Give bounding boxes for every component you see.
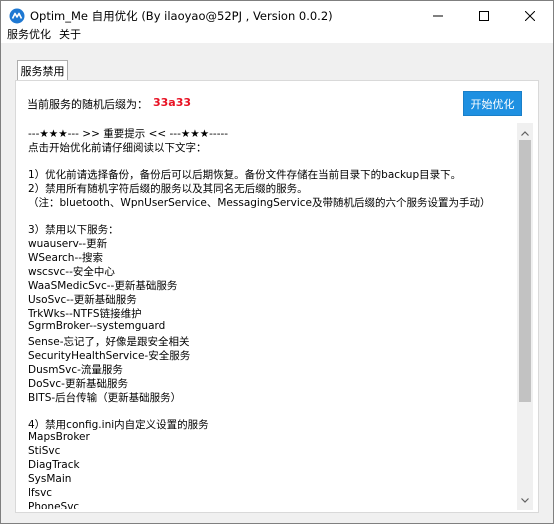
tab-panel: 当前服务的随机后缀为： 33a33 开始优化 ---★★★--- >> 重要提示…: [15, 80, 539, 513]
scroll-thumb[interactable]: [519, 140, 531, 402]
notice-line: （注：bluetooth、WpnUserService、MessagingSer…: [28, 197, 491, 209]
notice-line: 3）禁用以下服务：: [28, 224, 119, 236]
tab-service-disable[interactable]: 服务禁用: [17, 60, 68, 81]
suffix-value: 33a33: [153, 96, 192, 109]
scroll-up-button[interactable]: [517, 125, 533, 141]
notice-line: ---★★★--- >> 重要提示 << ---★★★-----: [28, 128, 229, 140]
suffix-label: 当前服务的随机后缀为：: [27, 98, 148, 111]
close-icon: [525, 11, 535, 21]
menu-bar: 服务优化 关于: [1, 25, 553, 43]
notice-line: 点击开始优化前请仔细阅读以下文字：: [28, 142, 207, 154]
menu-item-about[interactable]: 关于: [57, 26, 83, 42]
notice-line: 2）禁用所有随机字符后缀的服务以及其同名无后缀的服务。: [28, 183, 308, 195]
notice-line: DoSvc-更新基础服务: [28, 378, 128, 390]
notice-line: MapsBroker: [28, 431, 90, 443]
maximize-icon: [479, 11, 489, 21]
notice-line: DusmSvc-流量服务: [28, 364, 123, 376]
vertical-scrollbar[interactable]: [517, 123, 533, 510]
notice-line: PhoneSvc: [28, 501, 80, 509]
notice-line: DiagTrack: [28, 459, 80, 471]
window-title: Optim_Me 自用优化 (By ilaoyao@52PJ , Version…: [30, 9, 333, 23]
chevron-down-icon: [521, 497, 529, 503]
app-window: Optim_Me 自用优化 (By ilaoyao@52PJ , Version…: [0, 0, 554, 524]
notice-line: TrkWks--NTFS链接维护: [28, 308, 142, 320]
notice-line: WSearch--搜索: [28, 252, 104, 264]
notice-line: SecurityHealthService-安全服务: [28, 350, 191, 362]
notice-line: SysMain: [28, 473, 72, 485]
notice-line: wscsvc--安全中心: [28, 266, 115, 278]
menu-item-service-optimize[interactable]: 服务优化: [5, 26, 53, 42]
notice-line: 1）优化前请选择备份，备份后可以后期恢复。备份文件存储在当前目录下的backup…: [28, 169, 462, 181]
notice-line: BITS-后台传输（更新基础服务）: [28, 392, 182, 404]
start-optimize-button[interactable]: 开始优化: [463, 91, 522, 116]
notice-textbox[interactable]: ---★★★--- >> 重要提示 << ---★★★----- 点击开始优化前…: [28, 124, 528, 509]
notice-line: WaaSMedicSvc--更新基础服务: [28, 280, 178, 292]
notice-line: UsoSvc--更新基础服务: [28, 294, 137, 306]
tab-strip: 服务禁用: [1, 43, 553, 83]
minimize-icon: [433, 15, 443, 17]
notice-line: Sense-忘记了，好像是跟安全相关: [28, 336, 190, 348]
notice-line: lfsvc: [28, 487, 53, 499]
notice-line: StiSvc: [28, 445, 61, 457]
scroll-down-button[interactable]: [517, 492, 533, 508]
chevron-up-icon: [521, 130, 529, 136]
notice-line: SgrmBroker--systemguard: [28, 320, 166, 332]
app-logo-icon: [9, 8, 25, 24]
notice-line: wuauserv--更新: [28, 238, 108, 250]
notice-line: 4）禁用config.ini内自定义设置的服务: [28, 419, 209, 431]
